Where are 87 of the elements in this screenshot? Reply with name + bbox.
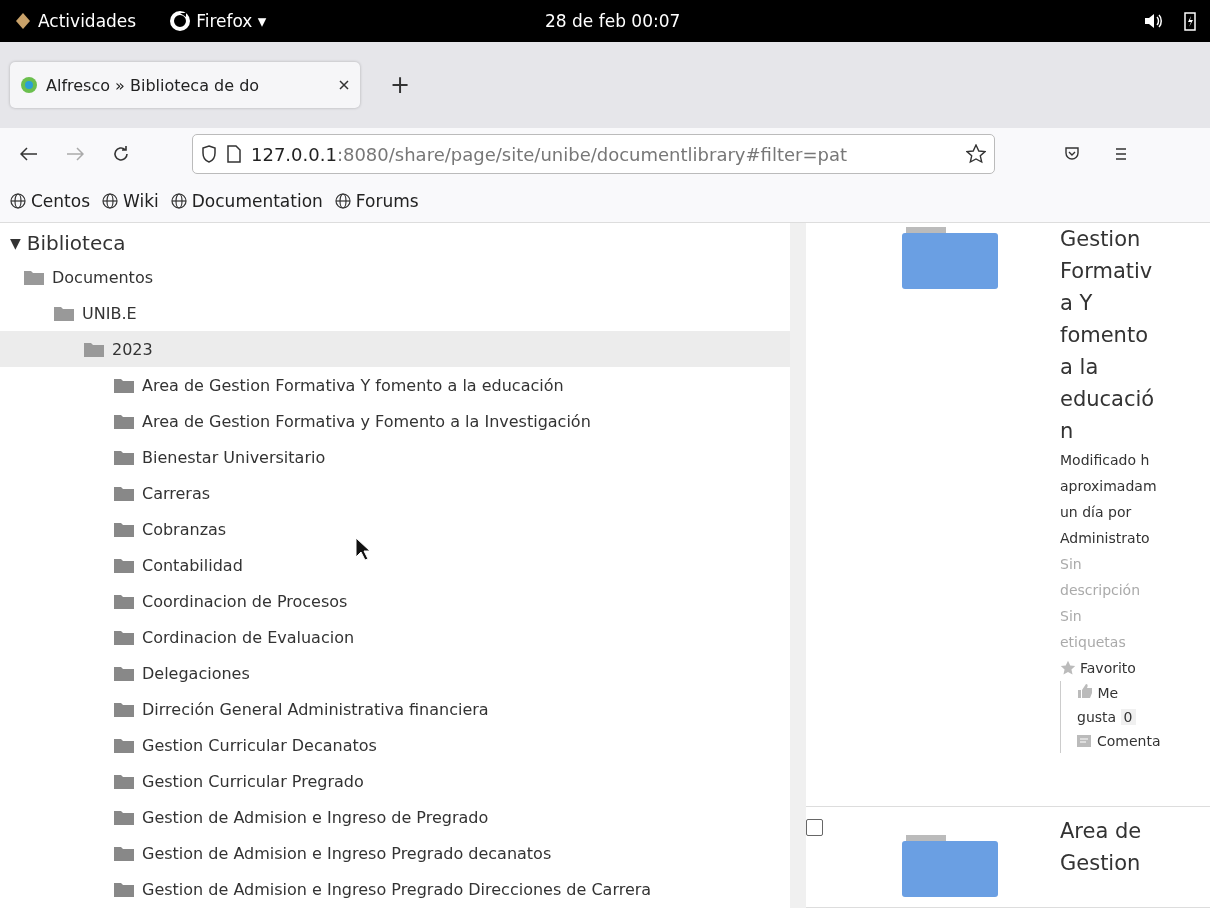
bookmark-link[interactable]: Wiki [102,191,159,211]
favorite-link[interactable]: Favorito [1060,655,1200,681]
folder-icon [54,305,74,321]
bookmark-link[interactable]: Documentation [170,191,323,211]
app-menu[interactable]: Firefox ▾ [170,11,267,31]
firefox-icon [170,11,191,31]
tags-text: etiquetas [1060,633,1127,652]
globe-icon [170,193,187,209]
clock[interactable]: 28 de feb 00:07 [545,11,681,31]
comment-link[interactable]: Comenta [1077,729,1200,753]
select-checkbox[interactable] [806,819,823,836]
site-icon [20,76,38,94]
folder-icon [114,377,134,393]
close-icon[interactable] [338,79,350,91]
folder-icon [114,593,134,609]
forward-arrow-icon [66,147,84,161]
gnome-icon [14,12,32,30]
folder-icon [114,701,134,717]
globe-icon [334,193,351,209]
modified-text: aproximadam [1060,477,1158,496]
comment-icon [1077,735,1091,747]
folder-icon [902,227,998,289]
modified-text: un día por [1060,503,1133,522]
tree-item[interactable]: Cobranzas [0,511,790,547]
pocket-icon [1064,146,1080,162]
tree-root[interactable]: ▼ Biblioteca [0,227,790,259]
folder-icon [84,341,104,357]
tree-item[interactable]: Carreras [0,475,790,511]
address-field[interactable]: 127.0.0.1:8080/share/page/site/unibe/documentlibrary#filter=pat [192,134,995,174]
folder-icon [114,737,134,753]
folder-icon [114,557,134,573]
folder-icon [114,773,134,789]
activities-button[interactable]: Actividades [14,11,137,31]
bookmark-link[interactable]: Forums [334,191,419,211]
folder-title[interactable]: Gestion Formativa Y fomento a la educación [1060,223,1164,447]
folder-icon [114,485,134,501]
folder-icon [114,845,134,861]
tree-item[interactable]: Gestion de Admision e Ingreso Pregrado Direcciones de Carrera [0,871,790,907]
shield-icon [201,145,217,163]
globe-icon [102,193,119,209]
folder-icon [114,881,134,897]
folder-icon [114,521,134,537]
tree-item[interactable]: 2023 [0,331,790,367]
tree-item[interactable]: Dirreción General Administrativa financiera [0,691,790,727]
star-icon[interactable] [966,144,986,164]
description-text: Sin [1060,555,1083,574]
star-icon [1060,660,1076,676]
like-link[interactable]: Me gusta 0 [1077,681,1200,729]
reload-icon [112,145,130,163]
tree-item[interactable]: Cordinacion de Evaluacion [0,619,790,655]
tags-text: Sin [1060,607,1083,626]
folder-title[interactable]: Area de Gestion [1060,815,1164,879]
like-count: 0 [1120,709,1136,725]
tree-item[interactable]: Documentos [0,259,790,295]
folder-icon [114,809,134,825]
tree-item[interactable]: Gestion de Admision e Ingreso Pregrado decanatos [0,835,790,871]
globe-icon [10,193,26,209]
tree-item[interactable]: UNIB.E [0,295,790,331]
mouse-cursor-icon [355,537,371,561]
tree-item[interactable]: Bienestar Universitario [0,439,790,475]
description-text: descripción [1060,581,1142,600]
modified-text: Modificado h [1060,451,1151,470]
expand-toggle[interactable]: ▼ [10,235,21,251]
tree-item[interactable]: Gestion Curricular Decanatos [0,727,790,763]
browser-tab[interactable]: Alfresco » Biblioteca de do [10,62,360,108]
new-tab-button[interactable]: + [380,71,421,99]
folder-icon [114,665,134,681]
modified-text: Administrato [1060,529,1151,548]
tree-item[interactable]: Area de Gestion Formativa y Fomento a la Investigación [0,403,790,439]
tree-item[interactable]: Gestion Curricular Pregrado [0,763,790,799]
battery-icon[interactable] [1184,11,1196,31]
thumbs-up-icon [1077,684,1093,698]
tree-item[interactable]: Contabilidad [0,547,790,583]
tree-item[interactable]: Area de Gestion Formativa Y fomento a la educación [0,367,790,403]
tree-item[interactable]: Gestion de Admision e Ingreso de Pregrado [0,799,790,835]
bookmark-link[interactable]: Centos [10,191,91,211]
tree-root-label: Biblioteca [26,231,126,255]
folder-icon [114,629,134,645]
folder-icon [114,449,134,465]
tree-item[interactable]: Coordinacion de Procesos [0,583,790,619]
folder-icon [114,413,134,429]
folder-icon [24,269,44,285]
tree-item[interactable]: Delegaciones [0,655,790,691]
folder-icon [902,835,998,897]
speaker-icon[interactable] [1144,13,1162,29]
page-icon [227,145,241,163]
back-arrow-icon [20,147,38,161]
